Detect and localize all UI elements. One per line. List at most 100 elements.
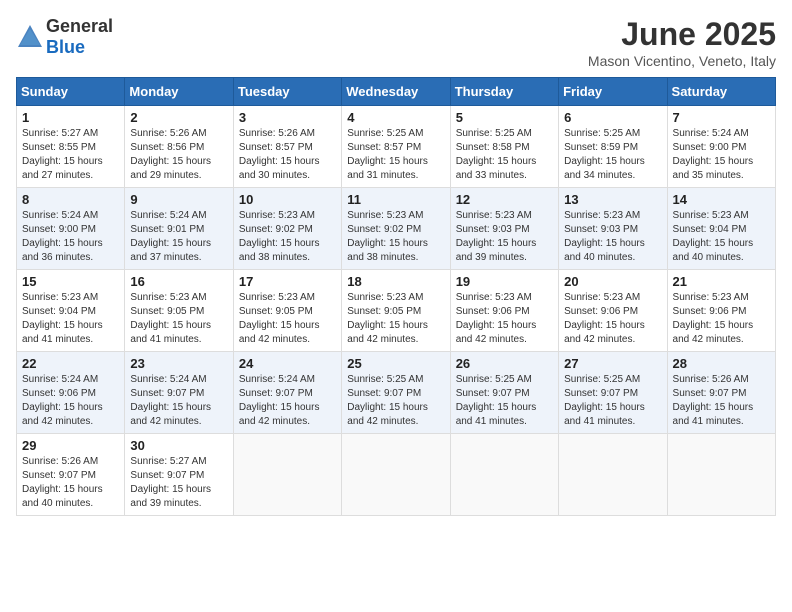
- day-cell-w4-d5: 27 Sunrise: 5:25 AM Sunset: 9:07 PM Dayli…: [559, 352, 667, 434]
- day-cell-w4-d3: 25Sunrise: 5:25 AM Sunset: 9:07 PM Dayli…: [342, 352, 450, 434]
- day-number: 5: [456, 110, 553, 125]
- day-cell-w3-d3: 18 Sunrise: 5:23 AM Sunset: 9:05 PM Dayli…: [342, 270, 450, 352]
- day-cell-w5-d3: [342, 434, 450, 516]
- day-info: Sunrise: 5:24 AM Sunset: 9:07 PM Dayligh…: [130, 373, 227, 429]
- day-info: Sunrise: 5:23 AM Sunset: 9:02 PM Dayligh…: [347, 209, 444, 265]
- calendar-table: Sunday Monday Tuesday Wednesday Thursday…: [16, 77, 776, 516]
- day-number: 10: [239, 192, 336, 207]
- day-cell-w1-d2: 3Sunrise: 5:26 AM Sunset: 8:57 PM Daylig…: [233, 106, 341, 188]
- day-cell-w1-d0: 1 Sunrise: 5:27 AM Sunset: 8:55 PM Daylig…: [17, 106, 125, 188]
- day-number: 30: [130, 438, 227, 453]
- header-monday: Monday: [125, 78, 233, 106]
- week-row-3: 15 Sunrise: 5:23 AM Sunset: 9:04 PM Dayli…: [17, 270, 776, 352]
- day-number: 6: [564, 110, 661, 125]
- day-cell-w2-d5: 13Sunrise: 5:23 AM Sunset: 9:03 PM Dayli…: [559, 188, 667, 270]
- day-cell-w3-d1: 16Sunrise: 5:23 AM Sunset: 9:05 PM Dayli…: [125, 270, 233, 352]
- day-cell-w5-d4: [450, 434, 558, 516]
- day-info: Sunrise: 5:26 AM Sunset: 8:57 PM Dayligh…: [239, 127, 336, 183]
- day-cell-w2-d1: 9Sunrise: 5:24 AM Sunset: 9:01 PM Daylig…: [125, 188, 233, 270]
- day-cell-w4-d2: 24 Sunrise: 5:24 AM Sunset: 9:07 PM Dayli…: [233, 352, 341, 434]
- day-cell-w5-d2: [233, 434, 341, 516]
- week-row-1: 1 Sunrise: 5:27 AM Sunset: 8:55 PM Daylig…: [17, 106, 776, 188]
- header-friday: Friday: [559, 78, 667, 106]
- day-number: 13: [564, 192, 661, 207]
- day-info: Sunrise: 5:25 AM Sunset: 8:59 PM Dayligh…: [564, 127, 661, 183]
- day-number: 29: [22, 438, 119, 453]
- week-row-4: 22Sunrise: 5:24 AM Sunset: 9:06 PM Dayli…: [17, 352, 776, 434]
- day-number: 20: [564, 274, 661, 289]
- days-header-row: Sunday Monday Tuesday Wednesday Thursday…: [17, 78, 776, 106]
- header-saturday: Saturday: [667, 78, 775, 106]
- day-cell-w3-d6: 21 Sunrise: 5:23 AM Sunset: 9:06 PM Dayli…: [667, 270, 775, 352]
- title-area: June 2025 Mason Vicentino, Veneto, Italy: [588, 16, 776, 69]
- header-wednesday: Wednesday: [342, 78, 450, 106]
- logo-general-text: General: [46, 16, 113, 36]
- day-info: Sunrise: 5:27 AM Sunset: 8:55 PM Dayligh…: [22, 127, 119, 183]
- logo-blue-text: Blue: [46, 37, 85, 57]
- day-info: Sunrise: 5:23 AM Sunset: 9:04 PM Dayligh…: [673, 209, 770, 265]
- day-number: 1: [22, 110, 119, 125]
- day-cell-w1-d4: 5Sunrise: 5:25 AM Sunset: 8:58 PM Daylig…: [450, 106, 558, 188]
- day-number: 27: [564, 356, 661, 371]
- location-title: Mason Vicentino, Veneto, Italy: [588, 53, 776, 69]
- day-number: 16: [130, 274, 227, 289]
- day-cell-w2-d0: 8Sunrise: 5:24 AM Sunset: 9:00 PM Daylig…: [17, 188, 125, 270]
- logo: General Blue: [16, 16, 113, 58]
- day-number: 28: [673, 356, 770, 371]
- day-info: Sunrise: 5:23 AM Sunset: 9:05 PM Dayligh…: [239, 291, 336, 347]
- day-info: Sunrise: 5:23 AM Sunset: 9:06 PM Dayligh…: [456, 291, 553, 347]
- day-cell-w1-d6: 7Sunrise: 5:24 AM Sunset: 9:00 PM Daylig…: [667, 106, 775, 188]
- day-info: Sunrise: 5:23 AM Sunset: 9:03 PM Dayligh…: [456, 209, 553, 265]
- day-info: Sunrise: 5:23 AM Sunset: 9:02 PM Dayligh…: [239, 209, 336, 265]
- week-row-2: 8Sunrise: 5:24 AM Sunset: 9:00 PM Daylig…: [17, 188, 776, 270]
- day-info: Sunrise: 5:26 AM Sunset: 9:07 PM Dayligh…: [673, 373, 770, 429]
- day-number: 14: [673, 192, 770, 207]
- day-number: 12: [456, 192, 553, 207]
- day-number: 4: [347, 110, 444, 125]
- header-sunday: Sunday: [17, 78, 125, 106]
- day-cell-w1-d5: 6 Sunrise: 5:25 AM Sunset: 8:59 PM Daylig…: [559, 106, 667, 188]
- day-number: 26: [456, 356, 553, 371]
- week-row-5: 29 Sunrise: 5:26 AM Sunset: 9:07 PM Dayli…: [17, 434, 776, 516]
- day-info: Sunrise: 5:26 AM Sunset: 9:07 PM Dayligh…: [22, 455, 119, 511]
- day-number: 18: [347, 274, 444, 289]
- day-cell-w4-d0: 22Sunrise: 5:24 AM Sunset: 9:06 PM Dayli…: [17, 352, 125, 434]
- day-cell-w2-d4: 12 Sunrise: 5:23 AM Sunset: 9:03 PM Dayli…: [450, 188, 558, 270]
- day-number: 24: [239, 356, 336, 371]
- day-info: Sunrise: 5:24 AM Sunset: 9:01 PM Dayligh…: [130, 209, 227, 265]
- day-number: 8: [22, 192, 119, 207]
- day-number: 22: [22, 356, 119, 371]
- day-number: 21: [673, 274, 770, 289]
- day-number: 19: [456, 274, 553, 289]
- day-cell-w1-d3: 4Sunrise: 5:25 AM Sunset: 8:57 PM Daylig…: [342, 106, 450, 188]
- day-number: 17: [239, 274, 336, 289]
- header-tuesday: Tuesday: [233, 78, 341, 106]
- day-cell-w3-d4: 19 Sunrise: 5:23 AM Sunset: 9:06 PM Dayli…: [450, 270, 558, 352]
- day-info: Sunrise: 5:25 AM Sunset: 9:07 PM Dayligh…: [564, 373, 661, 429]
- day-cell-w4-d1: 23Sunrise: 5:24 AM Sunset: 9:07 PM Dayli…: [125, 352, 233, 434]
- day-info: Sunrise: 5:25 AM Sunset: 9:07 PM Dayligh…: [347, 373, 444, 429]
- day-cell-w5-d6: [667, 434, 775, 516]
- day-number: 15: [22, 274, 119, 289]
- day-cell-w1-d1: 2 Sunrise: 5:26 AM Sunset: 8:56 PM Daylig…: [125, 106, 233, 188]
- day-info: Sunrise: 5:24 AM Sunset: 9:00 PM Dayligh…: [673, 127, 770, 183]
- header-thursday: Thursday: [450, 78, 558, 106]
- day-number: 2: [130, 110, 227, 125]
- day-info: Sunrise: 5:23 AM Sunset: 9:06 PM Dayligh…: [564, 291, 661, 347]
- day-info: Sunrise: 5:24 AM Sunset: 9:07 PM Dayligh…: [239, 373, 336, 429]
- day-info: Sunrise: 5:27 AM Sunset: 9:07 PM Dayligh…: [130, 455, 227, 511]
- day-info: Sunrise: 5:23 AM Sunset: 9:04 PM Dayligh…: [22, 291, 119, 347]
- day-info: Sunrise: 5:23 AM Sunset: 9:06 PM Dayligh…: [673, 291, 770, 347]
- month-title: June 2025: [588, 16, 776, 53]
- header: General Blue June 2025 Mason Vicentino, …: [16, 16, 776, 69]
- day-cell-w3-d2: 17 Sunrise: 5:23 AM Sunset: 9:05 PM Dayli…: [233, 270, 341, 352]
- day-number: 11: [347, 192, 444, 207]
- day-cell-w2-d3: 11 Sunrise: 5:23 AM Sunset: 9:02 PM Dayli…: [342, 188, 450, 270]
- day-cell-w5-d0: 29 Sunrise: 5:26 AM Sunset: 9:07 PM Dayli…: [17, 434, 125, 516]
- day-cell-w2-d6: 14 Sunrise: 5:23 AM Sunset: 9:04 PM Dayli…: [667, 188, 775, 270]
- day-info: Sunrise: 5:23 AM Sunset: 9:05 PM Dayligh…: [347, 291, 444, 347]
- day-cell-w4-d4: 26Sunrise: 5:25 AM Sunset: 9:07 PM Dayli…: [450, 352, 558, 434]
- day-cell-w3-d5: 20 Sunrise: 5:23 AM Sunset: 9:06 PM Dayli…: [559, 270, 667, 352]
- day-cell-w5-d5: [559, 434, 667, 516]
- day-info: Sunrise: 5:26 AM Sunset: 8:56 PM Dayligh…: [130, 127, 227, 183]
